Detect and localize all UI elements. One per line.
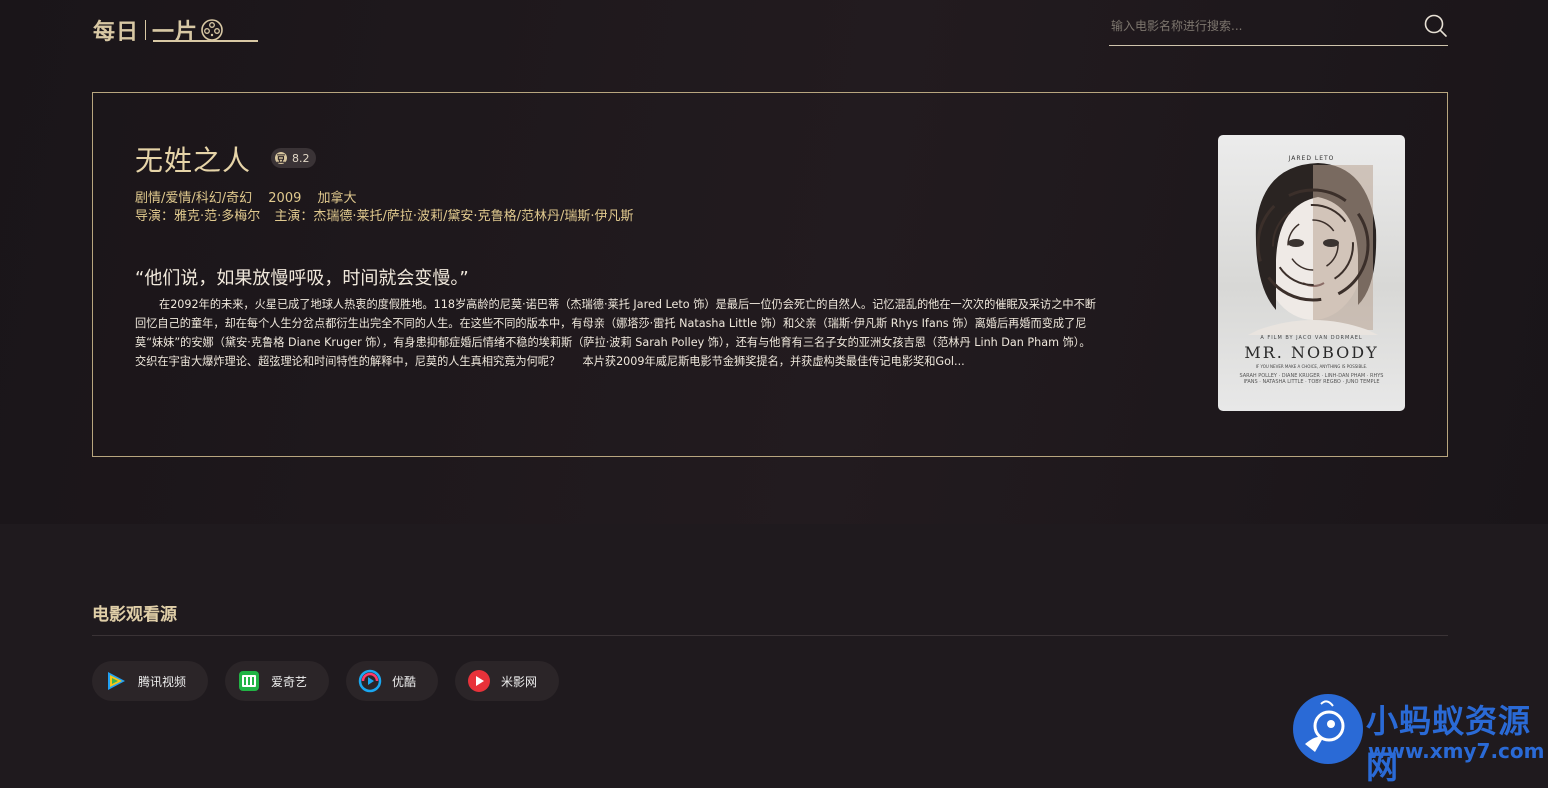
movie-poster[interactable]: JARED LETO A FILM BY JACO VAN DORMAEL MR…: [1218, 135, 1405, 411]
search-icon[interactable]: [1422, 12, 1448, 38]
movie-meta: 剧情/爱情/科幻/奇幻 2009 加拿大: [135, 190, 369, 208]
source-label: 腾讯视频: [138, 674, 187, 689]
source-iqiyi[interactable]: 爱奇艺: [225, 661, 330, 701]
sources-divider: [92, 635, 1448, 636]
rating-value: 8.2: [292, 151, 310, 165]
sources-heading: 电影观看源: [92, 605, 177, 625]
source-list: 腾讯视频 爱奇艺 优酷 米影网: [92, 661, 576, 701]
source-tencent-video[interactable]: 腾讯视频: [92, 661, 209, 701]
logo-text-part1: 每日: [93, 19, 140, 45]
source-label: 爱奇艺: [271, 674, 308, 689]
ant-logo-icon: [1293, 694, 1363, 764]
movie-title: 无姓之人: [135, 144, 252, 177]
watermark-url: www.xmy7.com: [1368, 739, 1545, 763]
film-reel-icon: [201, 19, 223, 41]
source-miying[interactable]: 米影网: [455, 661, 560, 701]
poster-tagline: A FILM BY JACO VAN DORMAEL: [1260, 335, 1363, 341]
source-youku[interactable]: 优酷: [346, 661, 439, 701]
source-label: 米影网: [501, 674, 538, 689]
douban-rating-badge: 豆 8.2: [271, 148, 316, 168]
poster-credits: SARAH POLLEY · DIANE KRUGER · LINH-DAN P…: [1239, 373, 1384, 385]
movie-quote: “他们说，如果放慢呼吸，时间就会变慢。”: [135, 268, 469, 289]
movie-crew: 导演：雅克·范·多梅尔 主演：杰瑞德·莱托/萨拉·波莉/黛安·克鲁格/范林丹/瑞…: [135, 208, 643, 226]
movie-cast: 主演：杰瑞德·莱托/萨拉·波莉/黛安·克鲁格/范林丹/瑞斯·伊凡斯: [274, 209, 634, 224]
movie-director: 导演：雅克·范·多梅尔: [135, 209, 261, 224]
movie-synopsis: 在2092年的未来，火星已成了地球人热衷的度假胜地。118岁高龄的尼莫·诺巴蒂（…: [135, 298, 1096, 368]
youku-icon: [358, 669, 382, 693]
miying-icon: [467, 669, 491, 693]
movie-country: 加拿大: [317, 191, 357, 206]
search-input[interactable]: [1109, 14, 1413, 38]
site-watermark: 小蚂蚁资源网 www.xmy7.com: [1293, 694, 1548, 786]
poster-title: MR. NOBODY: [1244, 343, 1379, 362]
poster-subtitle: IF YOU NEVER MAKE A CHOICE, ANYTHING IS …: [1255, 364, 1368, 369]
logo-underline: [153, 40, 258, 42]
tencent-video-icon: [104, 669, 128, 693]
logo-divider: [145, 20, 147, 40]
iqiyi-icon: [237, 669, 261, 693]
source-label: 优酷: [392, 674, 417, 689]
movie-genres: 剧情/爱情/科幻/奇幻: [135, 191, 253, 206]
movie-card: 无姓之人 豆 8.2 剧情/爱情/科幻/奇幻 2009 加拿大 导演：雅克·范·…: [92, 92, 1448, 457]
search-bar: [1109, 10, 1448, 46]
douban-icon: 豆: [275, 152, 287, 165]
movie-year: 2009: [268, 191, 302, 206]
poster-face-art: [1248, 163, 1378, 335]
